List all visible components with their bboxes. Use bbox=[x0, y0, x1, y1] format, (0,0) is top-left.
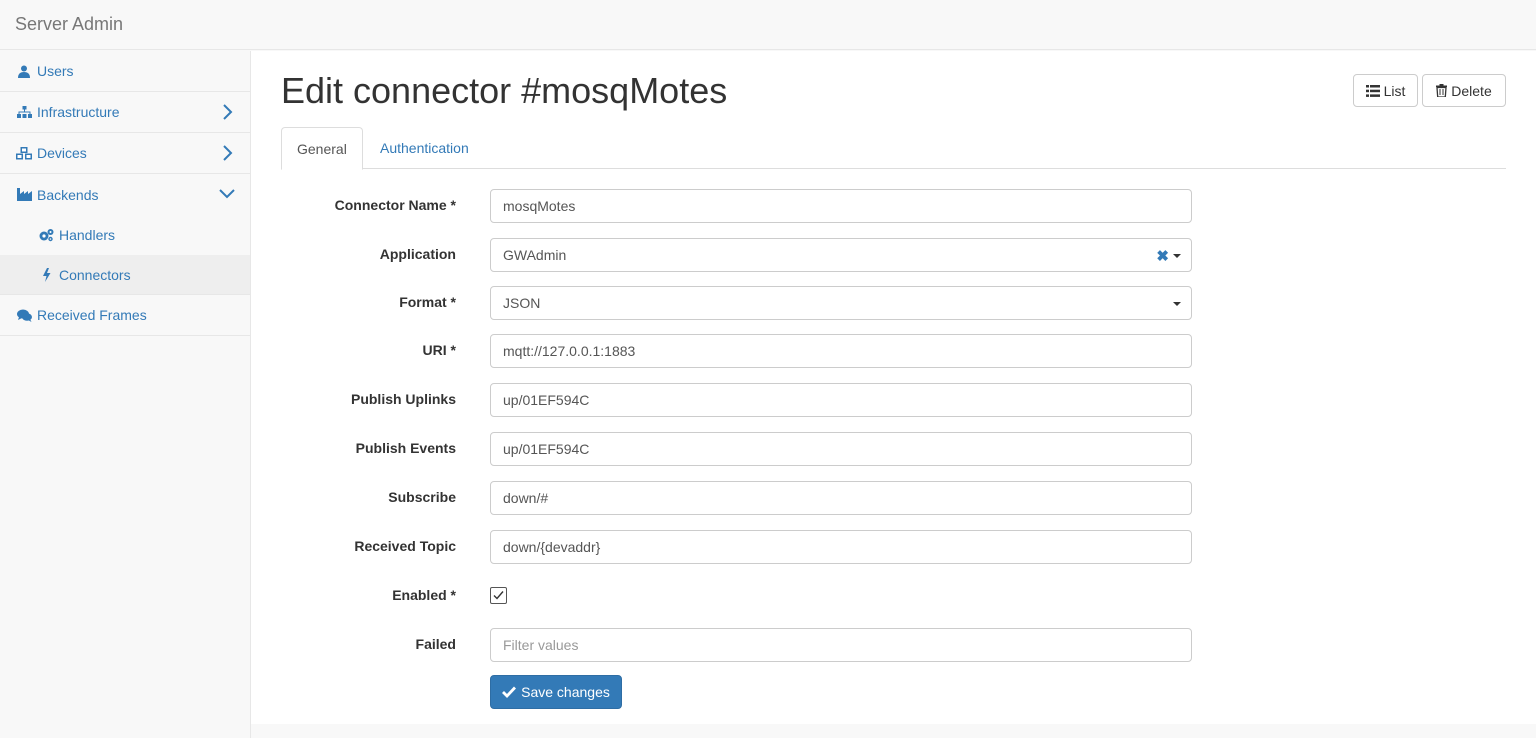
publish-events-label: Publish Events bbox=[355, 440, 456, 456]
sidebar-item-devices[interactable]: Devices bbox=[0, 133, 250, 174]
received-topic-input[interactable]: down/{devaddr} bbox=[490, 530, 1192, 564]
tab-bar: General Authentication bbox=[281, 127, 1506, 170]
sidebar-item-infrastructure[interactable]: Infrastructure bbox=[0, 92, 250, 133]
format-select[interactable]: JSON bbox=[490, 286, 1192, 320]
application-value: GWAdmin bbox=[503, 247, 567, 263]
page-title: Edit connector #mosqMotes bbox=[281, 70, 728, 111]
subscribe-label: Subscribe bbox=[388, 489, 456, 505]
sidebar-item-label: Handlers bbox=[59, 227, 116, 243]
sidebar-item-backends[interactable]: Backends bbox=[0, 174, 250, 215]
industry-icon bbox=[16, 187, 32, 203]
tab-general[interactable]: General bbox=[281, 127, 363, 170]
check-icon bbox=[502, 686, 517, 698]
connector-name-input[interactable]: mosqMotes bbox=[490, 189, 1192, 223]
delete-button[interactable]: Delete bbox=[1422, 74, 1506, 107]
connector-name-label: Connector Name * bbox=[334, 197, 456, 213]
sidebar: Users Infrastructure Devices Backends Ha… bbox=[0, 51, 251, 738]
publish-events-input[interactable]: up/01EF594C bbox=[490, 432, 1192, 466]
trash-icon bbox=[1436, 84, 1448, 97]
uri-label: URI * bbox=[422, 342, 456, 358]
application-select[interactable]: GWAdmin ✖ bbox=[490, 238, 1192, 272]
uri-input[interactable]: mqtt://127.0.0.1:1883 bbox=[490, 334, 1192, 368]
cubes-icon bbox=[16, 145, 32, 161]
user-icon bbox=[16, 63, 32, 79]
clear-icon[interactable]: ✖ bbox=[1156, 247, 1169, 267]
received-topic-label: Received Topic bbox=[354, 538, 456, 554]
sidebar-item-users[interactable]: Users bbox=[0, 51, 250, 92]
chevron-right-icon[interactable] bbox=[220, 103, 234, 121]
failed-filter-input[interactable]: Filter values bbox=[490, 628, 1192, 662]
comments-icon bbox=[16, 307, 32, 323]
cogs-icon bbox=[38, 227, 54, 243]
tab-authentication[interactable]: Authentication bbox=[365, 127, 484, 169]
application-label: Application bbox=[379, 246, 456, 262]
check-icon bbox=[493, 591, 504, 600]
brand-title[interactable]: Server Admin bbox=[15, 14, 123, 35]
caret-down-icon[interactable] bbox=[1173, 302, 1181, 306]
publish-uplinks-input[interactable]: up/01EF594C bbox=[490, 383, 1192, 417]
chevron-down-icon[interactable] bbox=[218, 187, 236, 201]
main-content: Edit connector #mosqMotes List Delete Ge… bbox=[251, 51, 1536, 724]
list-button-label: List bbox=[1383, 82, 1406, 99]
enabled-checkbox[interactable] bbox=[490, 587, 507, 604]
delete-button-label: Delete bbox=[1451, 82, 1492, 99]
sidebar-item-connectors[interactable]: Connectors bbox=[0, 255, 250, 295]
list-icon bbox=[1365, 84, 1380, 97]
caret-down-icon[interactable] bbox=[1173, 254, 1181, 258]
enabled-label: Enabled * bbox=[392, 587, 456, 603]
list-button[interactable]: List bbox=[1353, 74, 1418, 107]
publish-uplinks-label: Publish Uplinks bbox=[350, 391, 456, 407]
sidebar-item-label: Backends bbox=[37, 186, 99, 203]
format-label: Format * bbox=[399, 294, 456, 310]
top-navbar: Server Admin bbox=[0, 0, 1536, 50]
save-changes-label: Save changes bbox=[521, 684, 610, 700]
sidebar-item-label: Users bbox=[37, 63, 74, 79]
subscribe-input[interactable]: down/# bbox=[490, 481, 1192, 515]
save-changes-button[interactable]: Save changes bbox=[490, 675, 622, 709]
sidebar-item-label: Infrastructure bbox=[37, 104, 120, 120]
chevron-right-icon[interactable] bbox=[220, 144, 234, 162]
tab-label: General bbox=[297, 140, 347, 157]
sidebar-item-label: Received Frames bbox=[37, 307, 147, 323]
failed-label: Failed bbox=[415, 636, 456, 652]
sidebar-item-handlers[interactable]: Handlers bbox=[0, 215, 250, 255]
sidebar-item-label: Connectors bbox=[59, 266, 131, 283]
sidebar-item-received-frames[interactable]: Received Frames bbox=[0, 295, 250, 336]
tab-label: Authentication bbox=[380, 140, 469, 156]
sitemap-icon bbox=[16, 104, 32, 120]
format-value: JSON bbox=[503, 295, 541, 311]
sidebar-item-label: Devices bbox=[37, 145, 87, 161]
bolt-icon bbox=[38, 267, 54, 283]
